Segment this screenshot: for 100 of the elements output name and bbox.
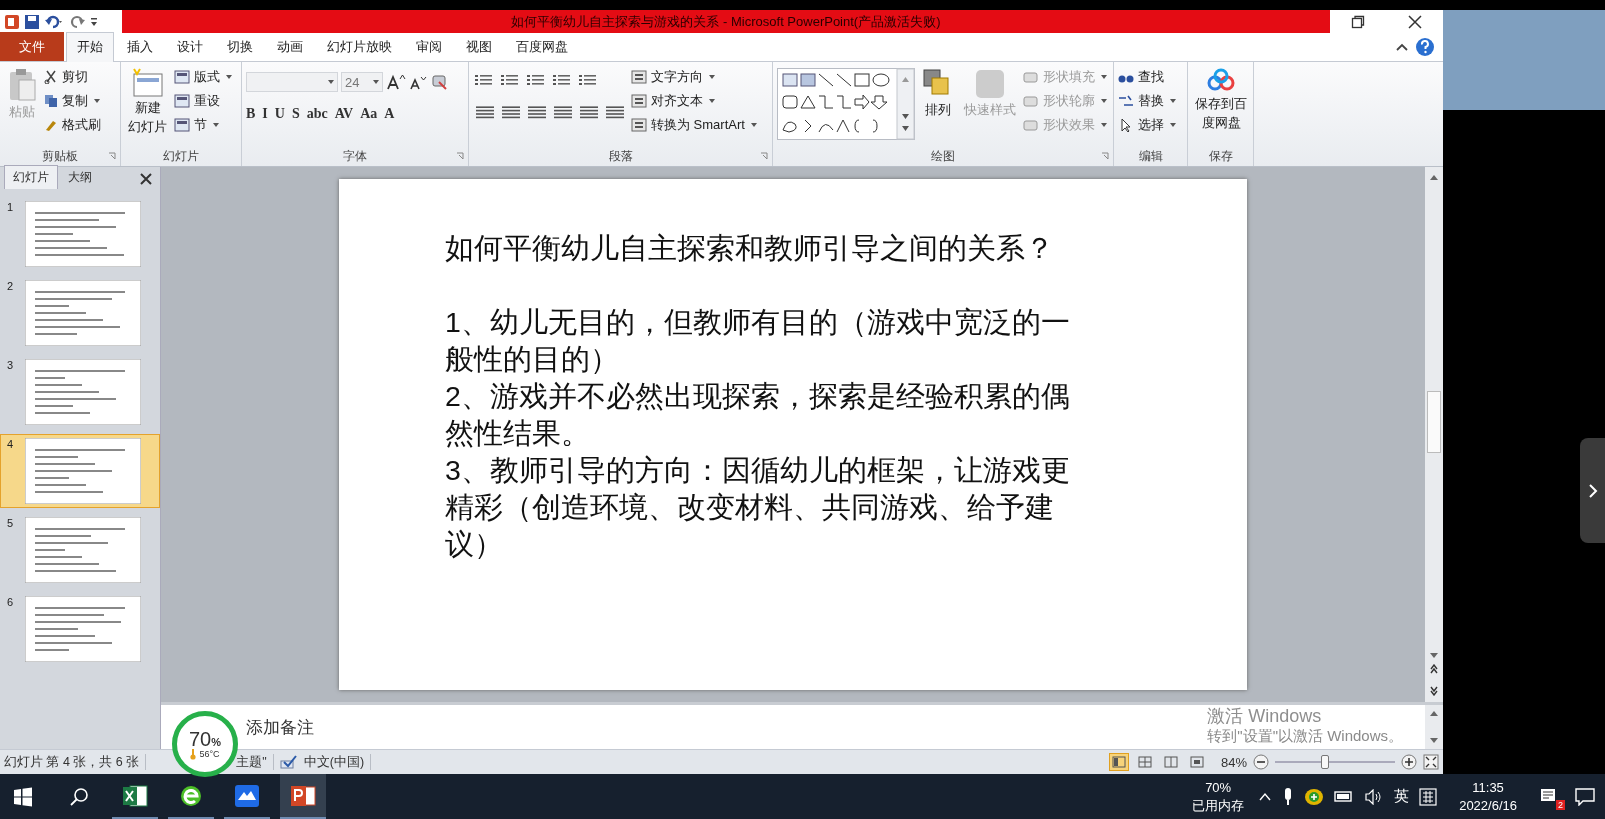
- format-button[interactable]: I: [262, 106, 268, 122]
- slide-paragraph: 3、教师引导的方向：因循幼儿的框架，让游戏更精彩（创造环境、改变材料、共同游戏、给予建议）: [445, 453, 1070, 562]
- clock-date[interactable]: 2022/6/16: [1459, 796, 1517, 815]
- input-language-indicator[interactable]: 英: [1394, 787, 1410, 806]
- ribbon-button[interactable]: 替换: [1118, 90, 1176, 112]
- ribbon-tab[interactable]: 视图: [455, 32, 503, 61]
- slide-thumbnail-item[interactable]: 3: [0, 355, 160, 429]
- new-slide-button[interactable]: 新建 幻灯片: [125, 66, 170, 138]
- scroll-down-icon[interactable]: [1429, 737, 1439, 745]
- format-button[interactable]: S: [291, 106, 300, 122]
- theme-name-text[interactable]: 主题": [236, 753, 267, 771]
- ribbon-tab[interactable]: 百度网盘: [505, 32, 579, 61]
- ribbon-button[interactable]: 对齐文本: [631, 90, 757, 112]
- text-box-icon: [631, 118, 647, 132]
- zoom-out-icon[interactable]: [1253, 754, 1269, 770]
- notes-placeholder[interactable]: 添加备注: [246, 715, 314, 739]
- slide-thumbnail-item[interactable]: 4: [0, 434, 160, 508]
- ribbon-button[interactable]: 节: [174, 114, 232, 136]
- alignment-icon[interactable]: [473, 104, 497, 120]
- redo-icon[interactable]: [70, 13, 86, 30]
- zoom-slider[interactable]: [1275, 754, 1395, 770]
- ribbon-tab[interactable]: 幻灯片放映: [316, 32, 403, 61]
- save-to-cloud-button[interactable]: 保存到百 度网盘: [1192, 66, 1250, 134]
- gauge-percent: 70%: [189, 728, 221, 749]
- shape-style-icon: [1023, 94, 1039, 108]
- scroll-up-icon[interactable]: [1429, 709, 1439, 717]
- ribbon-tab[interactable]: 切换: [216, 32, 264, 61]
- scroll-thumb[interactable]: [1427, 391, 1441, 453]
- dialog-launcher-icon[interactable]: [108, 152, 116, 160]
- clock-time[interactable]: 11:35: [1472, 778, 1504, 797]
- format-button[interactable]: Aa: [360, 106, 378, 122]
- ribbon-tab[interactable]: 动画: [266, 32, 314, 61]
- grow-font-icon[interactable]: [386, 74, 406, 90]
- pane-tab[interactable]: 幻灯片: [4, 165, 58, 189]
- window-title: 如何平衡幼儿自主探索与游戏的关系 - Microsoft PowerPoint(产品激活失败): [511, 12, 941, 31]
- font-name-field[interactable]: [246, 72, 338, 92]
- pane-tab[interactable]: 大纲: [60, 166, 100, 189]
- format-button[interactable]: U: [274, 106, 285, 122]
- format-button[interactable]: B: [246, 106, 256, 122]
- action-center-icon[interactable]: [1575, 787, 1595, 806]
- alignment-icon[interactable]: [603, 104, 627, 120]
- slide-thumbnail-item[interactable]: 6: [0, 592, 160, 666]
- search-icon[interactable]: [69, 786, 89, 807]
- chevron-up-icon[interactable]: [1258, 791, 1273, 802]
- ribbon-button[interactable]: 查找: [1118, 66, 1176, 88]
- fit-window-icon[interactable]: [1423, 754, 1439, 770]
- ribbon-tab[interactable]: 插入: [116, 32, 164, 61]
- dialog-launcher-icon[interactable]: [456, 152, 464, 160]
- minimize-ribbon-icon[interactable]: [1395, 41, 1409, 53]
- ribbon-large-button[interactable]: 排列: [919, 66, 957, 121]
- close-icon[interactable]: [140, 173, 152, 185]
- save-icon[interactable]: [24, 13, 40, 30]
- slide-thumbnail-item[interactable]: 5: [0, 513, 160, 587]
- alignment-icon[interactable]: [577, 104, 601, 120]
- shrink-font-icon[interactable]: [409, 74, 427, 90]
- slide-thumbnail-item[interactable]: 2: [0, 276, 160, 350]
- ribbon-button[interactable]: 剪切: [44, 66, 101, 88]
- shape-gallery-drawing[interactable]: [777, 68, 915, 140]
- mountain-app-icon: [234, 783, 260, 808]
- format-button[interactable]: A: [384, 106, 395, 122]
- windows-start-icon[interactable]: [13, 786, 33, 807]
- slide-thumbnail-item[interactable]: 1: [0, 197, 160, 271]
- language-text[interactable]: 中文(中国): [303, 753, 365, 771]
- dialog-launcher-icon[interactable]: [1101, 152, 1109, 160]
- ribbon-button[interactable]: 复制: [44, 90, 101, 112]
- ribbon-tab[interactable]: 开始: [66, 32, 114, 62]
- dialog-launcher-icon[interactable]: [760, 152, 768, 160]
- view-mode-button[interactable]: [1108, 753, 1129, 771]
- ribbon-button[interactable]: 转换为 SmartArt: [631, 114, 757, 136]
- ribbon-tab[interactable]: 文件: [0, 32, 64, 61]
- close-icon[interactable]: [1407, 14, 1422, 29]
- memory-label: 已用内存: [1192, 796, 1245, 815]
- notes-scrollbar[interactable]: [1425, 705, 1443, 749]
- restore-icon[interactable]: [1351, 14, 1366, 29]
- ribbon-tab[interactable]: 设计: [166, 32, 214, 61]
- network-icon[interactable]: [1334, 789, 1355, 804]
- ribbon-button[interactable]: 文字方向: [631, 66, 757, 88]
- scroll-up-icon[interactable]: [1429, 173, 1439, 181]
- ribbon-button[interactable]: 重设: [174, 90, 232, 112]
- format-button[interactable]: abc: [306, 106, 328, 122]
- input-method-icon[interactable]: [1419, 787, 1438, 806]
- help-icon[interactable]: [1415, 37, 1435, 57]
- vertical-scrollbar[interactable]: [1425, 167, 1443, 702]
- taskbar-app[interactable]: [280, 774, 326, 819]
- layout-icon: [174, 70, 190, 84]
- alignment-icon[interactable]: [525, 104, 549, 120]
- plus-badge-icon[interactable]: [1304, 787, 1325, 806]
- format-button[interactable]: AV: [334, 106, 354, 122]
- spelling-check-icon[interactable]: [279, 755, 298, 769]
- ribbon-button[interactable]: 版式: [174, 66, 232, 88]
- alignment-icon[interactable]: [551, 104, 575, 120]
- brush-icon: [44, 118, 58, 132]
- zoom-percent[interactable]: 84%: [1220, 754, 1247, 770]
- ribbon-button[interactable]: 选择: [1118, 114, 1176, 136]
- font-size-field[interactable]: 24: [341, 72, 383, 92]
- ribbon-button[interactable]: 格式刷: [44, 114, 101, 136]
- zoom-in-icon[interactable]: [1401, 754, 1417, 770]
- alignment-icon[interactable]: [499, 104, 523, 120]
- scroll-down-icon[interactable]: [1429, 652, 1439, 660]
- ribbon-tab[interactable]: 审阅: [405, 32, 453, 61]
